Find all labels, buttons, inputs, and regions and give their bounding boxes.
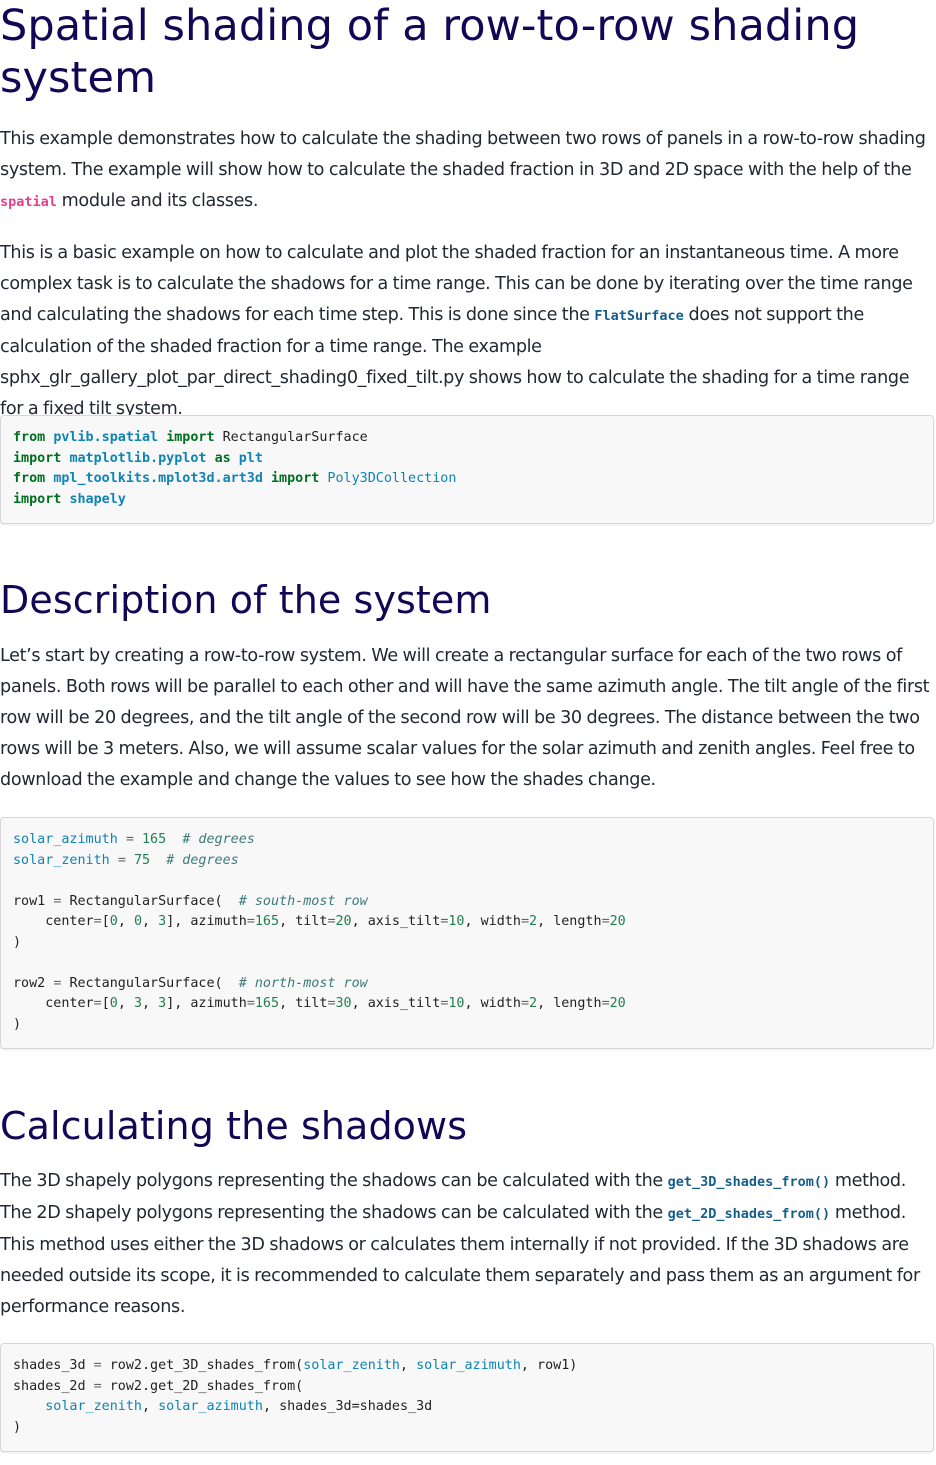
code-token: 165	[254, 996, 280, 1011]
code-token: 30	[335, 996, 352, 1011]
code-token: row1)	[537, 1358, 578, 1373]
code-token: 2	[529, 914, 538, 929]
code-token: 165	[254, 914, 280, 929]
intro-text: This example demonstrates how to calcula…	[0, 129, 926, 180]
intro-paragraph-1: This example demonstrates how to calcula…	[0, 124, 932, 218]
section-heading-shadows: Calculating the shadows	[0, 1104, 468, 1148]
code-block-system[interactable]: solar_azimuth = 165 # degrees solar_zeni…	[0, 817, 934, 1049]
code-token: solar_azimuth	[158, 1399, 263, 1414]
code-token: 0	[133, 914, 142, 929]
code-comment: # south-most row	[238, 893, 368, 909]
code-token: solar_zenith	[45, 1399, 142, 1414]
code-token: 10	[448, 996, 465, 1011]
code-token: shades_3d=shades_3d	[279, 1399, 433, 1414]
code-token: 20	[609, 914, 626, 929]
code-token[interactable]: shapely	[69, 492, 125, 507]
code-token[interactable]: mpl_toolkits.mplot3d.art3d	[53, 471, 263, 486]
code-token: row2	[13, 975, 46, 991]
code-token: solar_azimuth	[13, 832, 118, 847]
code-token: solar_zenith	[303, 1358, 400, 1373]
code-token: )	[13, 1016, 22, 1032]
intro-text-end: module and its classes.	[56, 191, 259, 211]
code-token[interactable]: Poly3DCollection	[327, 471, 456, 486]
inline-code-get-2d-shades[interactable]: get_2D_shades_from()	[668, 1206, 831, 1222]
code-token: 3	[158, 914, 167, 929]
code-token[interactable]: RectangularSurface(	[69, 976, 222, 991]
inline-code-spatial: spatial	[0, 194, 57, 210]
code-token[interactable]: pvlib.spatial	[53, 430, 158, 445]
code-token: from	[13, 430, 46, 445]
code-token: 3	[133, 996, 142, 1011]
code-token: shades_2d	[13, 1378, 86, 1394]
shadows-paragraph: The 3D shapely polygons representing the…	[0, 1166, 932, 1323]
code-token: plt	[238, 450, 263, 466]
code-token: )	[13, 934, 22, 950]
code-token[interactable]: row2.get_3D_shades_from(	[110, 1358, 303, 1373]
code-token: shades_3d	[13, 1358, 86, 1373]
code-block-shades[interactable]: shades_3d = row2.get_3D_shades_from(sola…	[0, 1343, 934, 1452]
code-token: import	[166, 430, 215, 445]
code-token: 20	[609, 996, 626, 1011]
code-token[interactable]: row2.get_2D_shades_from(	[110, 1379, 303, 1394]
code-token: row1	[13, 893, 46, 909]
code-token: 165	[142, 832, 167, 847]
code-token: 3	[158, 996, 167, 1011]
description-paragraph: Let’s start by creating a row-to-row sys…	[0, 646, 930, 790]
inline-code-get-3d-shades[interactable]: get_3D_shades_from()	[668, 1174, 831, 1190]
code-token: solar_zenith	[13, 852, 110, 868]
code-token: import	[13, 450, 62, 466]
code-token: )	[13, 1419, 22, 1435]
code-comment: # degrees	[166, 852, 239, 868]
code-token: 10	[448, 914, 465, 929]
code-token: solar_azimuth	[416, 1358, 521, 1373]
code-comment: # north-most row	[238, 975, 368, 991]
code-token: 2	[529, 996, 538, 1011]
code-comment: # degrees	[182, 832, 255, 847]
section-heading-description: Description of the system	[0, 578, 492, 622]
code-token: from	[13, 471, 46, 486]
code-token: import	[270, 471, 320, 486]
code-token[interactable]: RectangularSurface	[223, 430, 368, 445]
code-token: 20	[335, 914, 352, 929]
code-token[interactable]: RectangularSurface(	[69, 894, 222, 909]
code-token[interactable]: matplotlib.pyplot	[69, 451, 206, 466]
code-token: import	[13, 491, 62, 507]
code-token: 0	[109, 914, 118, 929]
code-token: as	[214, 450, 231, 466]
code-block-imports[interactable]: from pvlib.spatial import RectangularSur…	[0, 415, 934, 524]
page-title: Spatial shading of a row-to-row shading …	[0, 1, 860, 103]
inline-code-flatsurface[interactable]: FlatSurface	[594, 308, 683, 324]
code-token: 0	[109, 996, 118, 1011]
code-token: 75	[133, 852, 151, 868]
intro-paragraph-2: This is a basic example on how to calcul…	[0, 238, 932, 425]
shadows-text: The 3D shapely polygons representing the…	[0, 1171, 668, 1191]
